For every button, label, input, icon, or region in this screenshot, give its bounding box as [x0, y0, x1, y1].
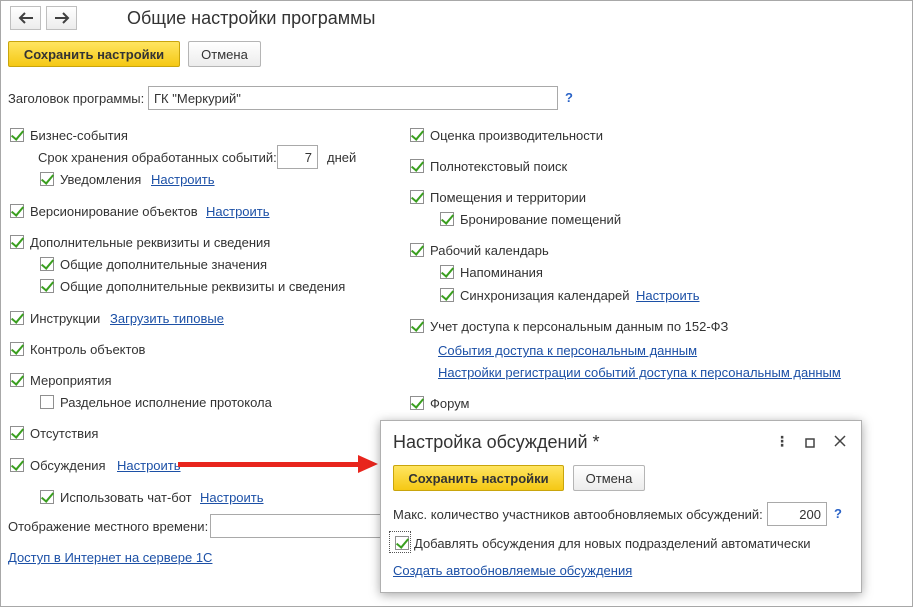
business-events-checkbox[interactable]	[10, 128, 24, 142]
annotation-arrow-shaft	[178, 462, 362, 467]
max-participants-input[interactable]	[767, 502, 827, 526]
load-standard-instructions-link[interactable]: Загрузить типовые	[110, 311, 224, 326]
retention-days-input[interactable]	[277, 145, 318, 169]
dialog-title: Настройка обсуждений *	[393, 432, 600, 452]
fulltext-search-label: Полнотекстовый поиск	[430, 159, 568, 174]
extra-props-label: Дополнительные реквизиты и сведения	[30, 235, 271, 250]
local-time-select[interactable]	[210, 514, 385, 538]
common-props-checkbox[interactable]	[40, 279, 54, 293]
absences-label: Отсутствия	[30, 426, 99, 441]
max-participants-label: Макс. количество участников автообновляе…	[393, 507, 763, 522]
calendar-sync-checkbox[interactable]	[440, 288, 454, 302]
cancel-button[interactable]: Отмена	[188, 41, 261, 67]
discussions-checkbox[interactable]	[10, 458, 24, 472]
close-icon[interactable]	[834, 434, 846, 450]
object-control-checkbox[interactable]	[10, 342, 24, 356]
chatbot-configure-link[interactable]: Настроить	[200, 490, 264, 505]
work-calendar-label: Рабочий календарь	[430, 243, 549, 258]
pd-registration-settings-link[interactable]: Настройки регистрации событий доступа к …	[438, 365, 841, 380]
chatbot-checkbox[interactable]	[40, 490, 54, 504]
separate-protocol-checkbox[interactable]	[40, 395, 54, 409]
rooms-checkbox[interactable]	[410, 190, 424, 204]
performance-checkbox[interactable]	[410, 128, 424, 142]
dialog-save-button[interactable]: Сохранить настройки	[393, 465, 564, 491]
forward-button[interactable]	[46, 6, 77, 30]
fulltext-search-checkbox[interactable]	[410, 159, 424, 173]
create-auto-discussions-link[interactable]: Создать автообновляемые обсуждения	[393, 563, 632, 578]
program-title-label: Заголовок программы:	[8, 91, 145, 106]
auto-add-label: Добавлять обсуждения для новых подраздел…	[414, 536, 811, 551]
room-booking-checkbox[interactable]	[440, 212, 454, 226]
notifications-checkbox[interactable]	[40, 172, 54, 186]
page-title: Общие настройки программы	[127, 8, 376, 28]
work-calendar-checkbox[interactable]	[410, 243, 424, 257]
versioning-label: Версионирование объектов	[30, 204, 198, 219]
more-vertical-icon[interactable]: ⋮	[775, 433, 789, 450]
object-control-label: Контроль объектов	[30, 342, 146, 357]
internet-access-link[interactable]: Доступ в Интернет на сервере 1С	[8, 550, 212, 565]
instructions-label: Инструкции	[30, 311, 101, 326]
notifications-configure-link[interactable]: Настроить	[151, 172, 215, 187]
notifications-label: Уведомления	[60, 172, 142, 187]
arrow-right-icon	[54, 12, 69, 24]
annotation-arrow-head	[358, 455, 378, 473]
discussion-settings-dialog: Настройка обсуждений * ⋮ Сохранить настр…	[380, 420, 862, 593]
personal-data-label: Учет доступа к персональным данным по 15…	[430, 319, 729, 334]
common-values-label: Общие дополнительные значения	[60, 257, 268, 272]
versioning-configure-link[interactable]: Настроить	[206, 204, 270, 219]
retention-unit: дней	[327, 150, 357, 165]
absences-checkbox[interactable]	[10, 426, 24, 440]
max-participants-help[interactable]: ?	[834, 506, 842, 521]
dialog-cancel-button[interactable]: Отмена	[573, 465, 645, 491]
personal-data-checkbox[interactable]	[410, 319, 424, 333]
instructions-checkbox[interactable]	[10, 311, 24, 325]
forum-checkbox[interactable]	[410, 396, 424, 410]
retention-label: Срок хранения обработанных событий:	[38, 150, 277, 165]
back-button[interactable]	[10, 6, 41, 30]
calendar-sync-label: Синхронизация календарей	[460, 288, 630, 303]
arrow-left-icon	[18, 12, 33, 24]
rooms-label: Помещения и территории	[430, 190, 587, 205]
reminders-checkbox[interactable]	[440, 265, 454, 279]
save-settings-button[interactable]: Сохранить настройки	[8, 41, 180, 67]
reminders-label: Напоминания	[460, 265, 543, 280]
extra-props-checkbox[interactable]	[10, 235, 24, 249]
separate-protocol-label: Раздельное исполнение протокола	[60, 395, 272, 410]
discussions-label: Обсуждения	[30, 458, 106, 473]
maximize-icon[interactable]	[805, 435, 815, 451]
forum-label: Форум	[430, 396, 470, 411]
checkbox-focus-frame	[389, 531, 411, 553]
business-events-label: Бизнес-события	[30, 128, 128, 143]
versioning-checkbox[interactable]	[10, 204, 24, 218]
events-checkbox[interactable]	[10, 373, 24, 387]
common-values-checkbox[interactable]	[40, 257, 54, 271]
discussions-configure-link[interactable]: Настроить	[117, 458, 181, 473]
room-booking-label: Бронирование помещений	[460, 212, 622, 227]
program-title-input[interactable]	[148, 86, 558, 110]
program-title-help[interactable]: ?	[565, 90, 573, 105]
chatbot-label: Использовать чат-бот	[60, 490, 192, 505]
pd-access-events-link[interactable]: События доступа к персональным данным	[438, 343, 697, 358]
performance-label: Оценка производительности	[430, 128, 603, 143]
events-label: Мероприятия	[30, 373, 112, 388]
calendar-sync-configure-link[interactable]: Настроить	[636, 288, 700, 303]
local-time-label: Отображение местного времени:	[8, 519, 209, 534]
common-props-label: Общие дополнительные реквизиты и сведени…	[60, 279, 346, 294]
